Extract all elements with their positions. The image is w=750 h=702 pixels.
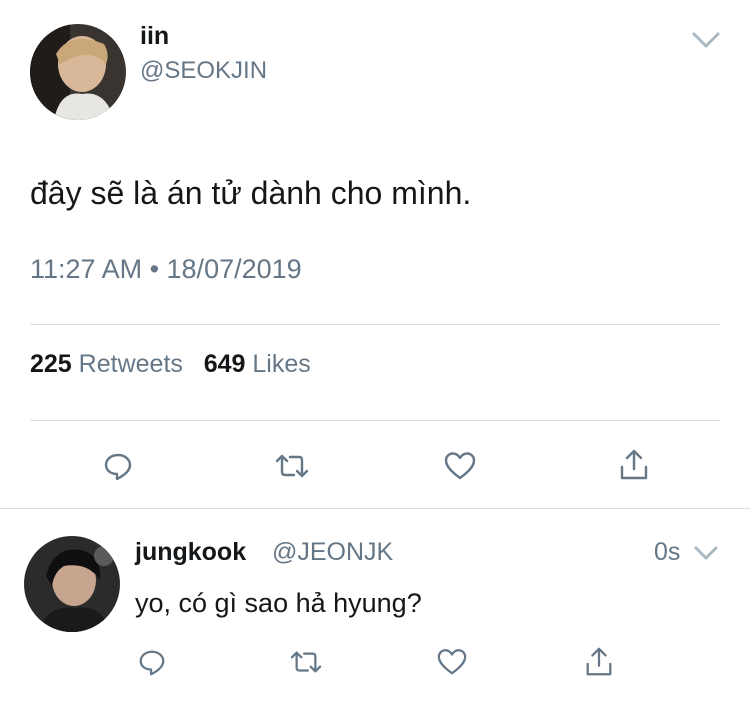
display-name[interactable]: iin <box>140 22 169 51</box>
tweet-text: đây sẽ là án tử dành cho mình. <box>30 175 472 211</box>
reply-button[interactable] <box>134 644 170 680</box>
heart-icon <box>437 649 467 675</box>
tweet-timestamp[interactable]: 11:27 AM • 18/07/2019 <box>30 254 302 285</box>
heart-icon <box>444 452 476 480</box>
retweets-count[interactable]: 225 <box>30 350 72 378</box>
avatar[interactable] <box>30 24 126 120</box>
reply-button[interactable] <box>98 446 138 486</box>
share-button[interactable] <box>614 444 654 486</box>
avatar[interactable] <box>24 536 120 632</box>
retweets-label[interactable]: Retweets <box>79 350 183 378</box>
chevron-down-icon[interactable] <box>692 542 720 564</box>
share-icon <box>586 647 612 676</box>
retweet-icon <box>290 651 322 673</box>
reply-icon <box>104 453 132 481</box>
section-divider <box>0 508 750 509</box>
reply-user-handle[interactable]: @JEONJK <box>272 538 393 567</box>
likes-label[interactable]: Likes <box>252 350 310 378</box>
reply-text: yo, có gì sao hả hyung? <box>135 588 422 618</box>
divider <box>30 420 720 421</box>
like-button[interactable] <box>434 644 470 680</box>
reply-display-name[interactable]: jungkook <box>135 538 246 567</box>
reply-timestamp[interactable]: 0s <box>654 538 680 567</box>
reply-icon <box>139 650 165 676</box>
retweet-button[interactable] <box>270 446 314 486</box>
retweet-button[interactable] <box>286 644 326 680</box>
user-handle[interactable]: @SEOKJIN <box>140 57 267 85</box>
share-icon <box>620 449 648 480</box>
share-button[interactable] <box>580 642 618 682</box>
retweet-icon <box>275 454 309 478</box>
like-button[interactable] <box>440 446 480 486</box>
divider <box>30 324 720 325</box>
chevron-down-icon[interactable] <box>690 28 722 52</box>
tweet-stats: 225 Retweets 649 Likes <box>30 350 311 379</box>
likes-count[interactable]: 649 <box>204 350 246 378</box>
